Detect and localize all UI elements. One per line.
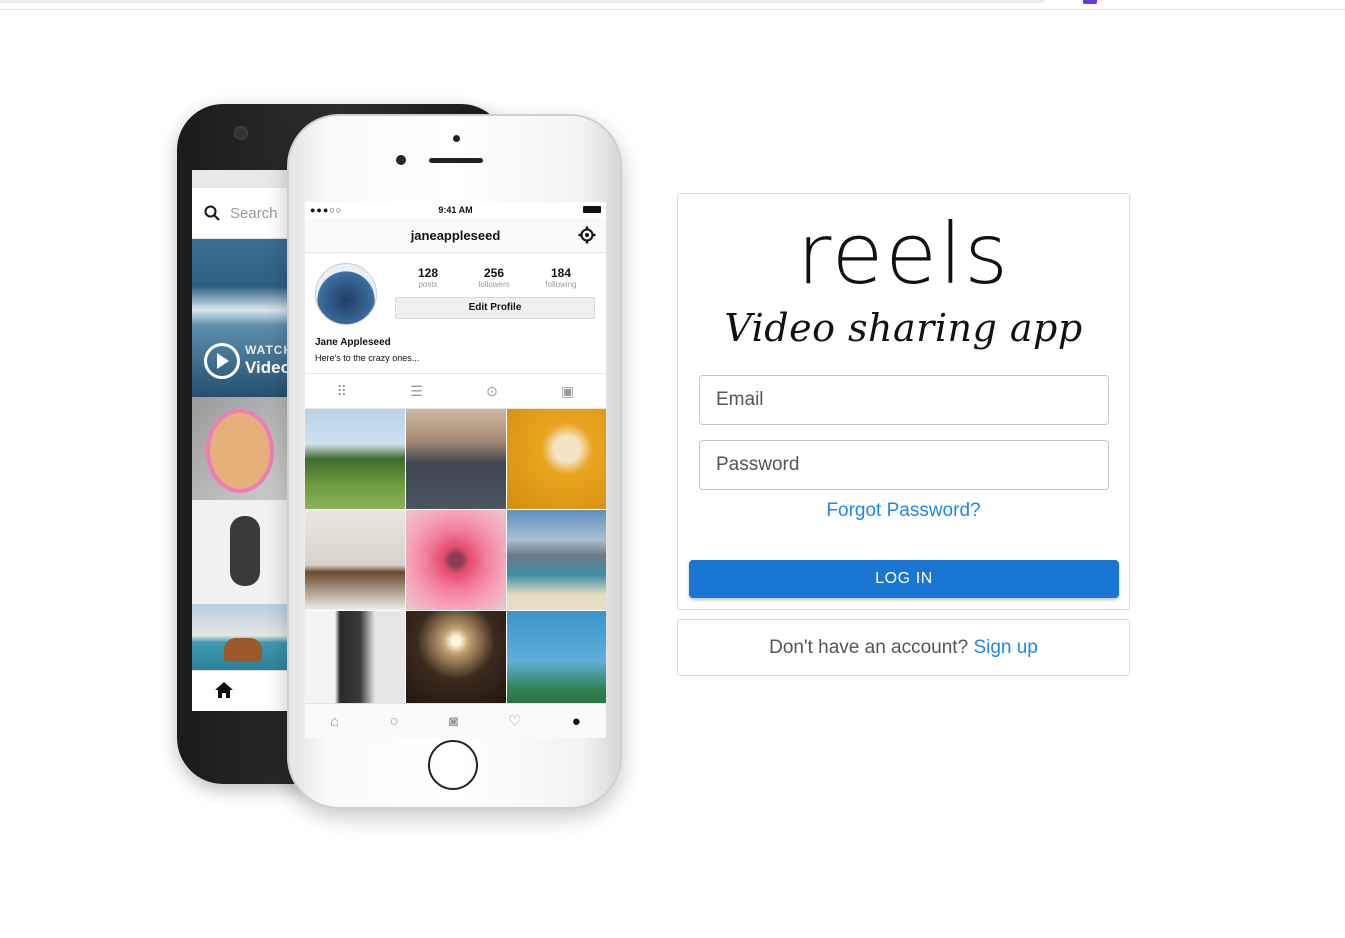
home-button <box>428 740 478 790</box>
app-tagline: Video sharing app <box>724 306 1083 350</box>
mock-stat: 184 following <box>545 266 577 289</box>
mock-stat: 128 posts <box>417 266 439 289</box>
mock-bottom-nav: ⌂ ○ ◙ ♡ ● <box>305 703 606 738</box>
mock-grid-photo <box>507 409 606 509</box>
camera-icon: ◙ <box>448 712 458 730</box>
mock-grid-photo <box>406 510 506 610</box>
forgot-password-link[interactable]: Forgot Password? <box>678 500 1129 522</box>
search-icon: ○ <box>389 712 399 730</box>
search-icon <box>204 205 220 221</box>
password-field[interactable] <box>699 440 1109 490</box>
mock-full-name: Jane Appleseed <box>315 337 391 348</box>
mock-search-placeholder: Search <box>230 204 278 222</box>
mock-status-bar: ●●●○○ 9:41 AM <box>305 202 606 218</box>
address-bar-edge <box>0 0 1045 3</box>
mock-grid-photo <box>305 611 405 711</box>
speaker-grille <box>429 158 483 163</box>
profile-icon: ● <box>571 712 581 730</box>
signup-link[interactable]: Sign up <box>973 637 1037 658</box>
mock-profile-info: 128 posts 256 followers 184 following Ed… <box>305 253 606 373</box>
battery-icon <box>583 206 601 213</box>
front-phone: ●●●○○ 9:41 AM janeappleseed 128 posts 25… <box>287 114 622 809</box>
mock-stat: 256 followers <box>478 266 510 289</box>
login-button[interactable]: LOG IN <box>689 560 1119 598</box>
gear-icon <box>578 226 596 244</box>
home-icon <box>215 682 233 698</box>
mock-grid-photo <box>507 611 606 711</box>
front-phone-screen: ●●●○○ 9:41 AM janeappleseed 128 posts 25… <box>305 202 606 738</box>
mock-grid-photo <box>305 510 405 610</box>
mock-photo-grid <box>305 409 606 711</box>
mock-grid-photo <box>406 611 506 711</box>
signup-prompt: Don't have an account? <box>769 637 969 658</box>
camera-icon <box>396 155 406 165</box>
mock-grid-photo <box>305 409 405 509</box>
mock-edit-profile: Edit Profile <box>395 297 595 319</box>
mock-grid-photo <box>406 409 506 509</box>
location-icon: ⊙ <box>486 382 498 399</box>
heart-icon: ♡ <box>508 713 522 730</box>
mock-profile-tabs: ⠿ ☰ ⊙ ▣ <box>305 373 606 409</box>
mock-bio: Here's to the crazy ones... <box>315 353 420 363</box>
avatar <box>315 263 377 325</box>
mock-username: janeappleseed <box>410 228 501 243</box>
list-icon: ☰ <box>410 382 423 399</box>
mock-profile-header: janeappleseed <box>305 218 606 253</box>
tagged-icon: ▣ <box>561 382 575 399</box>
login-card: reels Video sharing app Forgot Password?… <box>677 193 1130 610</box>
app-logo: reels <box>796 205 1011 303</box>
home-icon: ⌂ <box>330 712 340 730</box>
mock-time: 9:41 AM <box>438 205 473 215</box>
play-icon <box>204 343 240 379</box>
mock-grid-photo <box>507 510 606 610</box>
camera-icon <box>234 126 248 140</box>
browser-top-strip <box>0 0 1345 10</box>
extension-icon[interactable] <box>1083 0 1097 4</box>
signup-card: Don't have an account? Sign up <box>677 619 1130 676</box>
grid-icon: ⠿ <box>336 382 347 399</box>
mock-watch-label: WATCH <box>245 343 294 357</box>
email-field[interactable] <box>699 375 1109 425</box>
mock-video-label: Video <box>245 358 291 377</box>
